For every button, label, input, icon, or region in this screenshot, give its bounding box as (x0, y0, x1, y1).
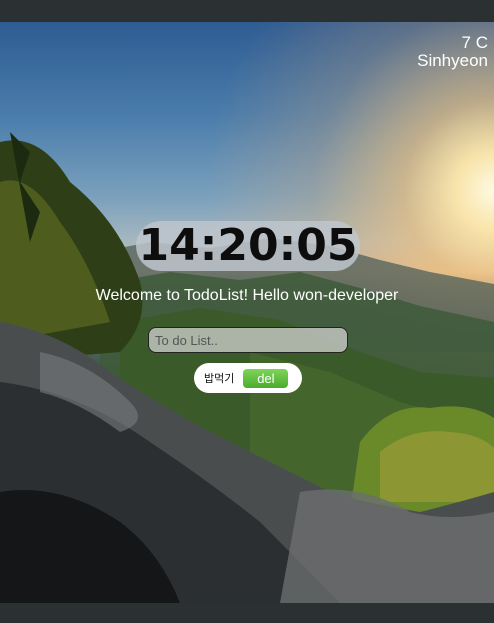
greeting-text: Welcome to TodoList! Hello won-developer (95, 287, 399, 304)
top-bar (0, 0, 494, 22)
landscape-illustration (0, 132, 494, 603)
todo-input[interactable] (148, 327, 348, 353)
bottom-bar (0, 603, 494, 623)
weather-widget: 7 C Sinhyeon (417, 34, 488, 70)
clock-display: 14:20:05 (136, 221, 360, 271)
weather-temperature: 7 C (461, 33, 488, 52)
background-landscape-image (0, 22, 494, 603)
weather-location: Sinhyeon (417, 51, 488, 70)
delete-button[interactable]: del (243, 368, 289, 388)
todo-list: 밥먹기 del (194, 363, 302, 393)
todo-item-text: 밥먹기 (204, 372, 235, 385)
todo-item: 밥먹기 del (194, 363, 302, 393)
